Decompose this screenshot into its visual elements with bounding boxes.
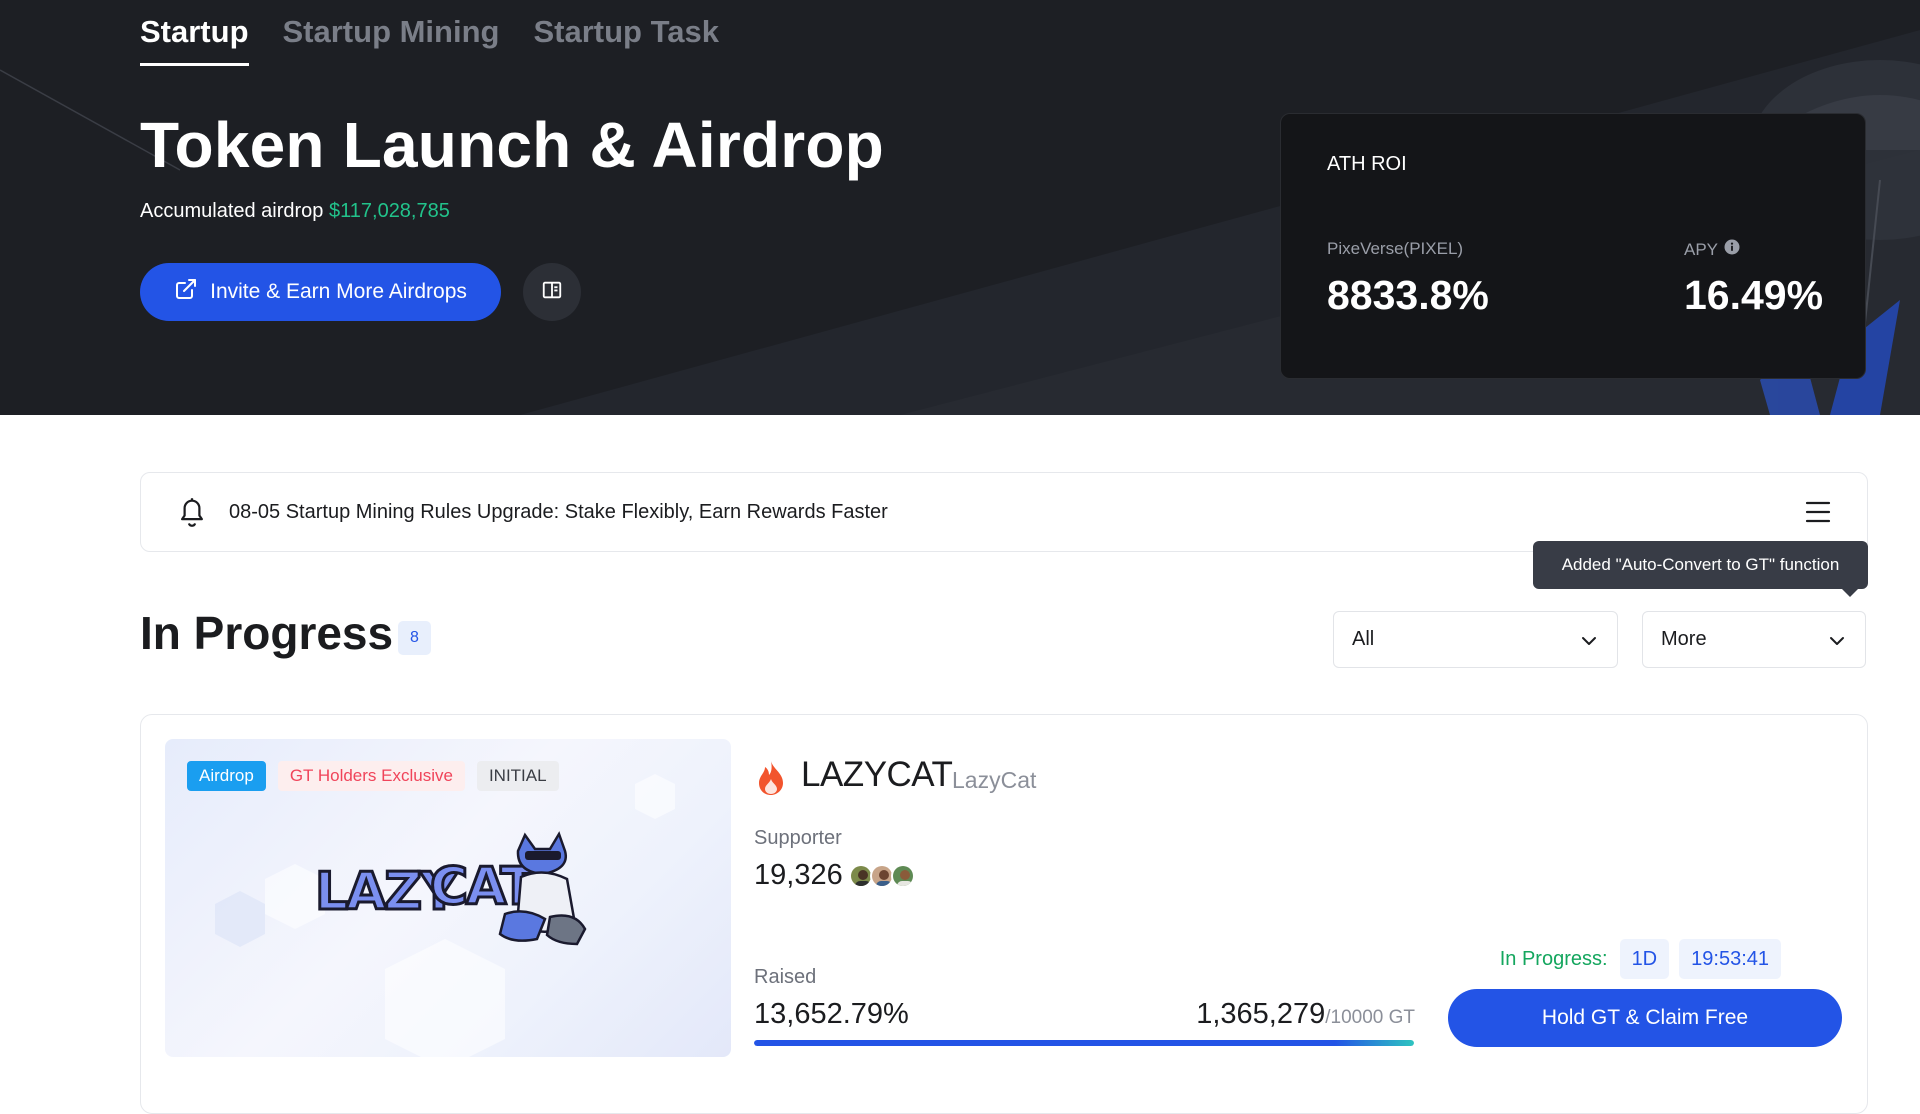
raised-amount-group: 1,365,279/10000 GT <box>1196 998 1415 1031</box>
external-link-icon <box>174 277 198 307</box>
raised-percent: 13,652.79% <box>754 998 909 1030</box>
chevron-down-icon <box>1827 631 1847 657</box>
apy-label: APY <box>1684 239 1719 259</box>
project-tags: Airdrop GT Holders Exclusive INITIAL <box>187 761 559 791</box>
status-row: In Progress: 1D 19:53:41 <box>1500 939 1781 979</box>
tab-startup-mining[interactable]: Startup Mining <box>283 0 500 66</box>
avatar <box>891 864 915 888</box>
filter-type-value: All <box>1352 628 1375 650</box>
announcement-text[interactable]: 08-05 Startup Mining Rules Upgrade: Stak… <box>229 501 888 524</box>
raised-total: /10000 GT <box>1325 1007 1415 1028</box>
invite-earn-button[interactable]: Invite & Earn More Airdrops <box>140 263 501 321</box>
tab-startup-task[interactable]: Startup Task <box>533 0 718 66</box>
claim-free-button[interactable]: Hold GT & Claim Free <box>1448 989 1842 1047</box>
raised-label: Raised <box>754 966 817 988</box>
top-navigation: Startup Startup Mining Startup Task <box>140 0 719 66</box>
ath-roi-card: ATH ROI PixeVerse(PIXEL) 8833.8% APY 16.… <box>1280 113 1866 379</box>
tab-startup[interactable]: Startup <box>140 0 249 66</box>
project-card[interactable]: Airdrop GT Holders Exclusive INITIAL LAZ… <box>140 714 1868 1114</box>
page-title: Token Launch & Airdrop <box>140 109 884 181</box>
tag-airdrop: Airdrop <box>187 761 266 791</box>
announcement-bar[interactable]: 08-05 Startup Mining Rules Upgrade: Stak… <box>140 472 1868 552</box>
bell-icon <box>177 497 207 534</box>
filter-more-value: More <box>1661 628 1707 650</box>
tag-initial: INITIAL <box>476 761 559 791</box>
invite-earn-label: Invite & Earn More Airdrops <box>210 280 467 303</box>
info-icon[interactable] <box>1724 239 1740 260</box>
book-icon <box>541 279 563 306</box>
fire-icon <box>755 759 787 802</box>
apy-label-group: APY <box>1684 239 1740 260</box>
filter-more-select[interactable]: More <box>1642 611 1866 668</box>
guide-book-button[interactable] <box>523 263 581 321</box>
countdown-time: 19:53:41 <box>1679 939 1781 979</box>
raised-progress-fill <box>754 1040 1414 1046</box>
ath-roi-title: ATH ROI <box>1327 153 1407 175</box>
project-subname: LazyCat <box>952 767 1037 793</box>
section-title: In Progress <box>140 607 394 659</box>
project-banner[interactable]: Airdrop GT Holders Exclusive INITIAL LAZ… <box>165 739 731 1057</box>
supporter-value: 19,326 <box>754 859 843 891</box>
countdown-days: 1D <box>1619 939 1670 979</box>
ath-project-value: 8833.8% <box>1327 272 1489 318</box>
chevron-down-icon <box>1579 631 1599 657</box>
ath-project-label: PixeVerse(PIXEL) <box>1327 239 1464 258</box>
apy-value: 16.49% <box>1684 272 1824 318</box>
project-name[interactable]: LAZYCAT <box>801 755 953 795</box>
count-badge: 8 <box>398 621 431 655</box>
accumulated-airdrop-label: Accumulated airdrop <box>140 200 324 222</box>
status-label: In Progress: <box>1499 947 1608 970</box>
accumulated-airdrop: Accumulated airdrop $117,028,785 <box>140 200 450 223</box>
supporter-label: Supporter <box>754 827 842 849</box>
hero-banner: Startup Startup Mining Startup Task Toke… <box>0 0 1920 415</box>
tag-gt-exclusive: GT Holders Exclusive <box>277 761 465 791</box>
filter-type-select[interactable]: All <box>1333 611 1618 668</box>
raised-progress-bar <box>754 1040 1414 1046</box>
feature-tooltip: Added "Auto-Convert to GT" function <box>1533 541 1868 597</box>
accumulated-airdrop-value: $117,028,785 <box>329 200 450 222</box>
raised-amount: 1,365,279 <box>1196 998 1326 1030</box>
menu-icon[interactable] <box>1805 500 1831 529</box>
supporter-avatars <box>849 864 915 888</box>
